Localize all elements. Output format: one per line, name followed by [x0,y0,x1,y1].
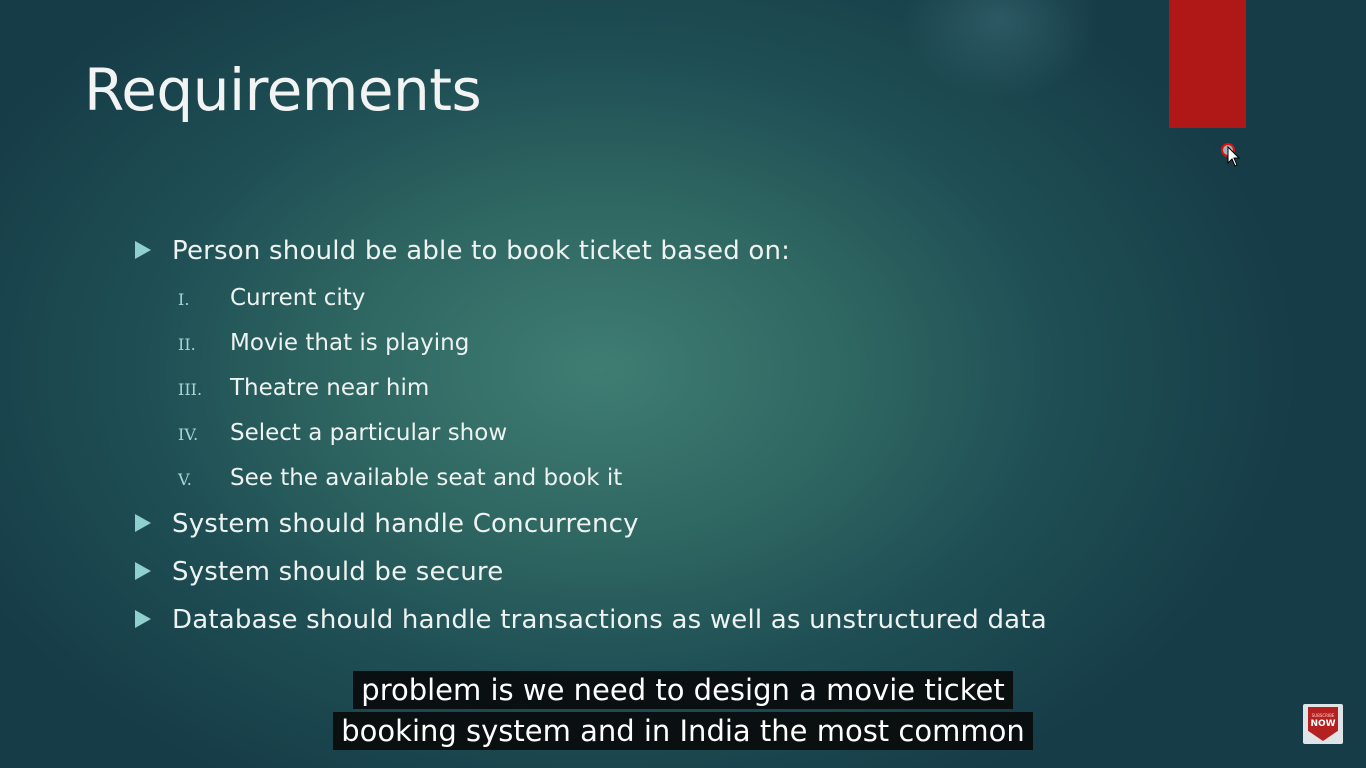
sub-item-text: Movie that is playing [230,330,470,356]
bullet-text: System should be secure [172,557,504,587]
subscribe-badge-icon[interactable]: SUBSCRIBE NOW [1303,704,1343,744]
bullet-text: Person should be able to book ticket bas… [172,236,791,266]
sub-item: IV. Select a particular show [178,420,507,446]
bullet-item: System should be secure [135,557,503,587]
subtitle-line-2: booking system and in India the most com… [0,712,1366,750]
background-glow [900,0,1100,100]
bullet-item: System should handle Concurrency [135,509,639,539]
badge-top-text: SUBSCRIBE [1311,713,1335,718]
sub-item: III. Theatre near him [178,375,429,401]
badge-bottom-text: NOW [1310,719,1336,729]
sub-item: I. Current city [178,285,365,311]
sub-item-number: I. [178,290,190,309]
sub-item-text: Current city [230,285,366,311]
red-accent-bar [1169,0,1246,128]
triangle-bullet-icon [135,609,151,628]
slide-title: Requirements [84,56,482,124]
mouse-pointer-icon [1227,146,1241,167]
sub-item: II. Movie that is playing [178,330,469,356]
triangle-bullet-icon [135,240,151,259]
sub-item-text: Select a particular show [230,420,508,446]
sub-item-text: Theatre near him [230,375,430,401]
sub-item-number: III. [178,380,203,399]
sub-item-text: See the available seat and book it [230,465,623,491]
bullet-item: Person should be able to book ticket bas… [135,236,790,266]
sub-item-number: II. [178,335,196,354]
sub-item-number: V. [178,470,192,489]
subtitle-text: problem is we need to design a movie tic… [353,671,1013,709]
triangle-bullet-icon [135,513,151,532]
triangle-bullet-icon [135,561,151,580]
sub-item-number: IV. [178,425,199,444]
bullet-item: Database should handle transactions as w… [135,605,1047,635]
subtitle-text: booking system and in India the most com… [333,712,1033,750]
sub-item: V. See the available seat and book it [178,465,622,491]
bullet-text: System should handle Concurrency [172,509,639,539]
bullet-text: Database should handle transactions as w… [172,605,1047,635]
subtitle-line-1: problem is we need to design a movie tic… [0,671,1366,709]
